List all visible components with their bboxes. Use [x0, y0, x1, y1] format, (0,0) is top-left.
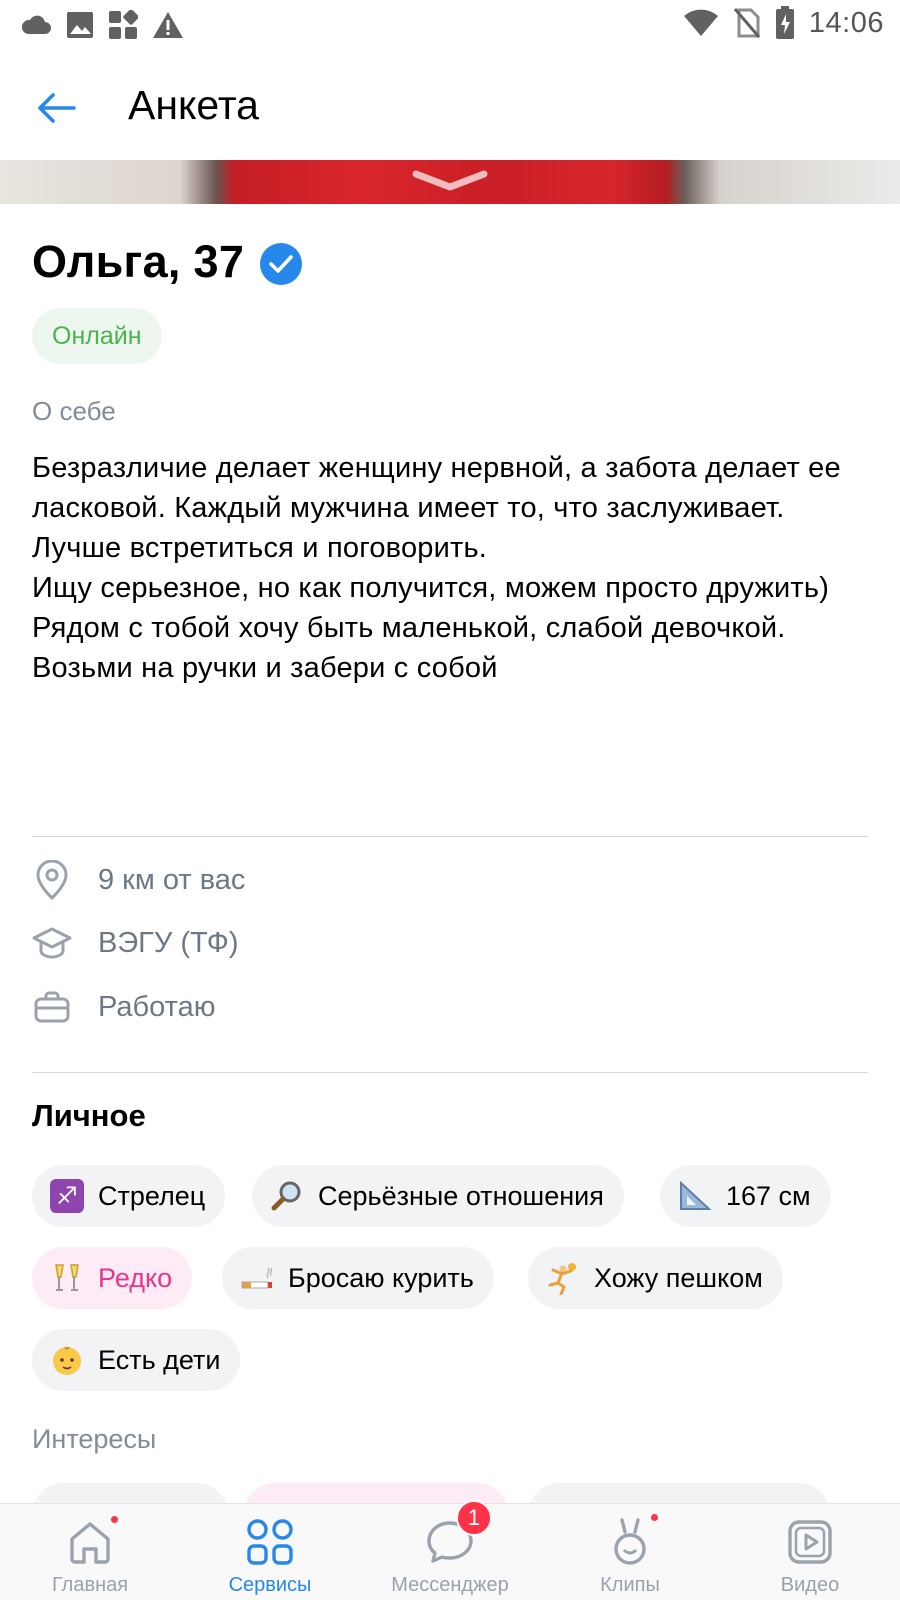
battery-charging-icon — [775, 6, 794, 39]
education-text: ВЭГУ (ТФ) — [98, 926, 239, 959]
info-row-work: Работаю — [32, 985, 215, 1029]
sports-person-icon — [546, 1261, 580, 1295]
about-text: Безразличие делает женщину нервной, а за… — [32, 452, 841, 684]
baby-icon — [50, 1343, 84, 1377]
chip-sport[interactable]: Хожу пешком — [528, 1247, 783, 1309]
arrow-left-icon — [38, 93, 76, 123]
online-status-badge: Онлайн — [32, 308, 162, 364]
info-row-education: ВЭГУ (ТФ) — [32, 921, 238, 965]
nav-item-messenger[interactable]: 1 Мессенджер — [360, 1500, 540, 1600]
work-text: Работаю — [98, 990, 216, 1023]
bottom-navigation: Главная Сервисы 1 Мессенджер Клипы Видео — [0, 1500, 900, 1600]
profile-name-row: Ольга, 37 — [32, 236, 303, 288]
back-button[interactable] — [30, 82, 82, 134]
about-label: О себе — [32, 396, 116, 426]
divider — [32, 1072, 868, 1073]
warning-icon — [153, 12, 183, 38]
sagittarius-icon: ♐ — [50, 1179, 84, 1213]
champagne-glasses-icon — [50, 1261, 84, 1295]
app-header: Анкета — [0, 58, 900, 158]
interests-section-title: Интересы — [32, 1424, 157, 1454]
notification-dot — [649, 1512, 660, 1523]
chip-height[interactable]: 167 см — [660, 1165, 831, 1227]
chip-smoking[interactable]: Бросаю курить — [222, 1247, 494, 1309]
page-title: Анкета — [128, 82, 259, 128]
info-row-distance: 9 км от вас — [32, 858, 245, 902]
status-bar: 14:06 — [0, 0, 900, 50]
chip-zodiac[interactable]: ♐ Стрелец — [32, 1165, 226, 1227]
nav-item-clips[interactable]: Клипы — [540, 1504, 720, 1600]
divider — [32, 836, 868, 837]
briefcase-icon — [32, 985, 72, 1029]
notification-dot — [109, 1514, 120, 1525]
apps-icon — [109, 10, 138, 39]
video-play-icon — [788, 1520, 832, 1564]
magnifier-icon — [270, 1179, 304, 1213]
image-icon — [67, 12, 93, 38]
services-grid-icon — [247, 1519, 293, 1565]
triangle-ruler-icon — [678, 1179, 712, 1213]
nav-item-home[interactable]: Главная — [0, 1504, 180, 1600]
unread-count-badge: 1 — [456, 1500, 492, 1536]
nav-item-services[interactable]: Сервисы — [180, 1504, 360, 1600]
wifi-icon — [683, 9, 718, 36]
cloud-icon — [21, 15, 51, 34]
profile-name: Ольга, 37 — [32, 236, 245, 287]
verified-check-icon — [260, 243, 303, 285]
chevron-down-icon[interactable] — [410, 168, 490, 192]
home-icon — [70, 1522, 110, 1564]
profile-photo[interactable] — [0, 160, 900, 204]
chip-relationship-goal[interactable]: Серьёзные отношения — [252, 1165, 624, 1227]
chip-alcohol[interactable]: Редко — [32, 1247, 193, 1309]
location-pin-icon — [32, 858, 72, 902]
cigarette-icon — [240, 1261, 274, 1295]
no-sim-icon — [733, 8, 761, 38]
personal-section-title: Личное — [32, 1098, 146, 1133]
chip-children[interactable]: Есть дети — [32, 1329, 241, 1391]
clips-icon — [614, 1518, 646, 1565]
clock: 14:06 — [808, 6, 884, 39]
nav-item-video[interactable]: Видео — [720, 1504, 900, 1600]
graduation-cap-icon — [32, 921, 72, 965]
distance-text: 9 км от вас — [98, 863, 246, 896]
